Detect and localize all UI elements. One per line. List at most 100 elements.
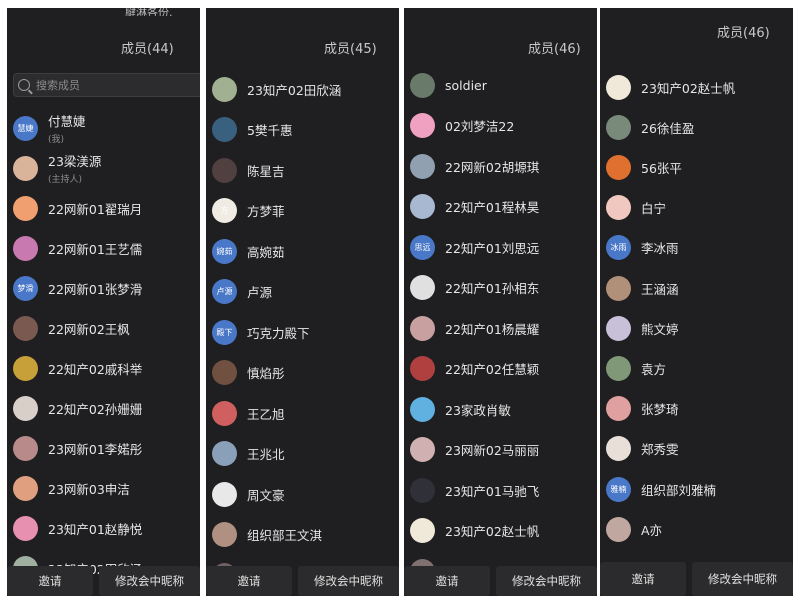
member-info: 22网新01张梦滑	[48, 279, 142, 298]
member-info: 高婉茹	[247, 242, 285, 261]
member-name: 23家政肖敏	[445, 402, 511, 418]
member-row[interactable]: 张梦琦	[600, 389, 793, 429]
member-row[interactable]: 5樊千惠	[206, 110, 399, 150]
invite-button[interactable]: 邀请	[404, 566, 490, 596]
member-row[interactable]: 22知产01程林昊	[404, 187, 597, 227]
member-avatar	[410, 477, 435, 503]
member-info: 22知产01杨晨耀	[445, 319, 539, 338]
member-row[interactable]: 王涵涵	[600, 268, 793, 308]
member-row[interactable]: 梦滑 22网新01张梦滑	[7, 268, 200, 308]
member-row[interactable]: 23网新01李婼彤	[7, 428, 200, 468]
member-row[interactable]: 冰雨 李冰雨	[600, 228, 793, 268]
member-row[interactable]: 方方梦菲	[206, 191, 399, 231]
member-name: 23知产01马驰飞	[445, 483, 540, 499]
member-row[interactable]: 慎焰彤	[206, 353, 399, 393]
member-row[interactable]: 56张平	[600, 147, 793, 187]
member-row[interactable]: 22知产01孙相东	[404, 268, 597, 308]
member-row[interactable]: 雅楠 组织部刘雅楠	[600, 469, 793, 509]
member-info: 23家政肖敏	[445, 400, 511, 419]
search-input[interactable]	[36, 78, 186, 92]
member-row[interactable]: 22网新02胡塬琪	[404, 146, 597, 186]
member-info: 22知产02任慧颖	[445, 359, 539, 378]
member-name: 23网新02马丽丽	[445, 443, 540, 458]
member-name: 23知产01赵静悦	[48, 521, 143, 537]
member-row[interactable]: 22网新01翟瑞月	[7, 188, 200, 228]
member-row[interactable]: 郑秀雯	[600, 429, 793, 469]
member-row[interactable]: 23知产01赵静悦	[7, 508, 200, 548]
member-name: 白宁	[641, 201, 667, 217]
member-row[interactable]: 婉茹 高婉茹	[206, 231, 399, 271]
member-row[interactable]: 23知产02赵士帆	[600, 67, 793, 107]
member-count-title: 成员(46)	[528, 42, 581, 57]
member-row[interactable]: 22知产02戚科举	[7, 348, 200, 388]
member-avatar	[13, 435, 38, 461]
member-row[interactable]: 王乙旭	[206, 393, 399, 433]
member-row[interactable]: 周文豪	[206, 474, 399, 514]
rename-in-meeting-button[interactable]: 修改会中昵称	[298, 566, 399, 596]
member-info: 26徐佳盈	[641, 118, 694, 137]
member-row[interactable]: 02刘梦洁22	[404, 106, 597, 146]
member-row[interactable]: A亦	[600, 509, 793, 549]
member-avatar: 卢源	[212, 279, 237, 304]
member-avatar: 婉茹	[212, 238, 237, 264]
member-info: 23网新02马丽丽	[445, 440, 539, 459]
member-row[interactable]: 23梁渼源 (主持人)	[7, 148, 200, 188]
member-row[interactable]: 白宁	[600, 188, 793, 228]
member-avatar	[606, 154, 631, 180]
member-row[interactable]: 23知产01马驰飞	[404, 470, 597, 510]
member-info: 23知产01赵静悦	[48, 519, 142, 538]
member-row[interactable]: 熊文婷	[600, 308, 793, 348]
member-row[interactable]: 26徐佳盈	[600, 107, 793, 147]
member-name: 周文豪	[247, 487, 285, 503]
member-name: soldier	[445, 77, 487, 93]
invite-button[interactable]: 邀请	[206, 566, 292, 596]
member-panel-3: 成员(46) soldier 02刘梦洁22 22网新02胡塬琪 22知产01程林昊思…	[404, 8, 597, 596]
member-row[interactable]: 22知产02孙姗姗	[7, 388, 200, 428]
member-info: 56张平	[641, 158, 682, 177]
member-row[interactable]: 22网新02王枫	[7, 308, 200, 348]
member-row[interactable]: 22知产01杨晨耀	[404, 308, 597, 348]
member-name: 郑秀雯	[641, 442, 679, 458]
member-row[interactable]: 23家政肖敏	[404, 389, 597, 429]
invite-button[interactable]: 邀请	[7, 566, 93, 596]
invite-button[interactable]: 邀请	[600, 562, 686, 596]
member-row[interactable]: soldier	[404, 65, 597, 105]
member-row[interactable]: 陈星吉	[206, 150, 399, 190]
member-info: 卢源	[247, 282, 272, 301]
member-row[interactable]: 殿下 巧克力殿下	[206, 312, 399, 352]
member-name: 02刘梦洁22	[445, 119, 515, 134]
member-row[interactable]: 组织部王文淇	[206, 515, 399, 555]
member-row[interactable]: 22知产02任慧颖	[404, 349, 597, 389]
member-row[interactable]: 慧婕 付慧婕 (我)	[7, 108, 200, 148]
rename-in-meeting-button[interactable]: 修改会中昵称	[99, 566, 200, 596]
member-avatar: 慧婕	[13, 115, 38, 141]
search-icon	[18, 79, 30, 91]
member-panel-4: 成员(46) 23知产02赵士帆 26徐佳盈 56张平 白宁 冰雨 李冰雨 王涵涵 熊文婷 袁方…	[600, 8, 793, 596]
member-name: 22知产01刘思远	[445, 240, 540, 256]
member-row[interactable]: 卢源 卢源	[206, 272, 399, 312]
member-avatar	[606, 315, 631, 341]
member-row[interactable]: 23网新03申洁	[7, 468, 200, 508]
member-row[interactable]: 22网新01王艺儒	[7, 228, 200, 268]
member-row[interactable]: 袁方	[600, 348, 793, 388]
member-row[interactable]: 23知产02田欣涵	[206, 69, 399, 109]
member-avatar	[606, 396, 631, 422]
member-avatar: 思远	[410, 234, 435, 260]
rename-in-meeting-button[interactable]: 修改会中昵称	[692, 562, 793, 596]
member-row[interactable]: 23知产02赵士帆	[404, 511, 597, 551]
rename-in-meeting-button[interactable]: 修改会中昵称	[496, 566, 597, 596]
member-name: 5樊千惠	[247, 123, 293, 138]
member-name: 22网新02王枫	[48, 321, 130, 337]
member-info: 22网新01王艺儒	[48, 239, 142, 258]
member-row[interactable]: 23网新02马丽丽	[404, 430, 597, 470]
member-row[interactable]: 王兆北	[206, 434, 399, 474]
member-name: 56张平	[641, 160, 682, 176]
member-name: 巧克力殿下	[247, 325, 310, 341]
member-row[interactable]: 思远 22知产01刘思远	[404, 227, 597, 267]
member-avatar	[410, 113, 435, 138]
member-info: A亦	[641, 520, 662, 539]
member-info: 23知产02赵士帆	[641, 78, 735, 97]
bottom-actions: 邀请 修改会中昵称	[206, 566, 399, 596]
member-name: 22网新02胡塬琪	[445, 159, 540, 175]
search-box[interactable]	[13, 73, 200, 97]
